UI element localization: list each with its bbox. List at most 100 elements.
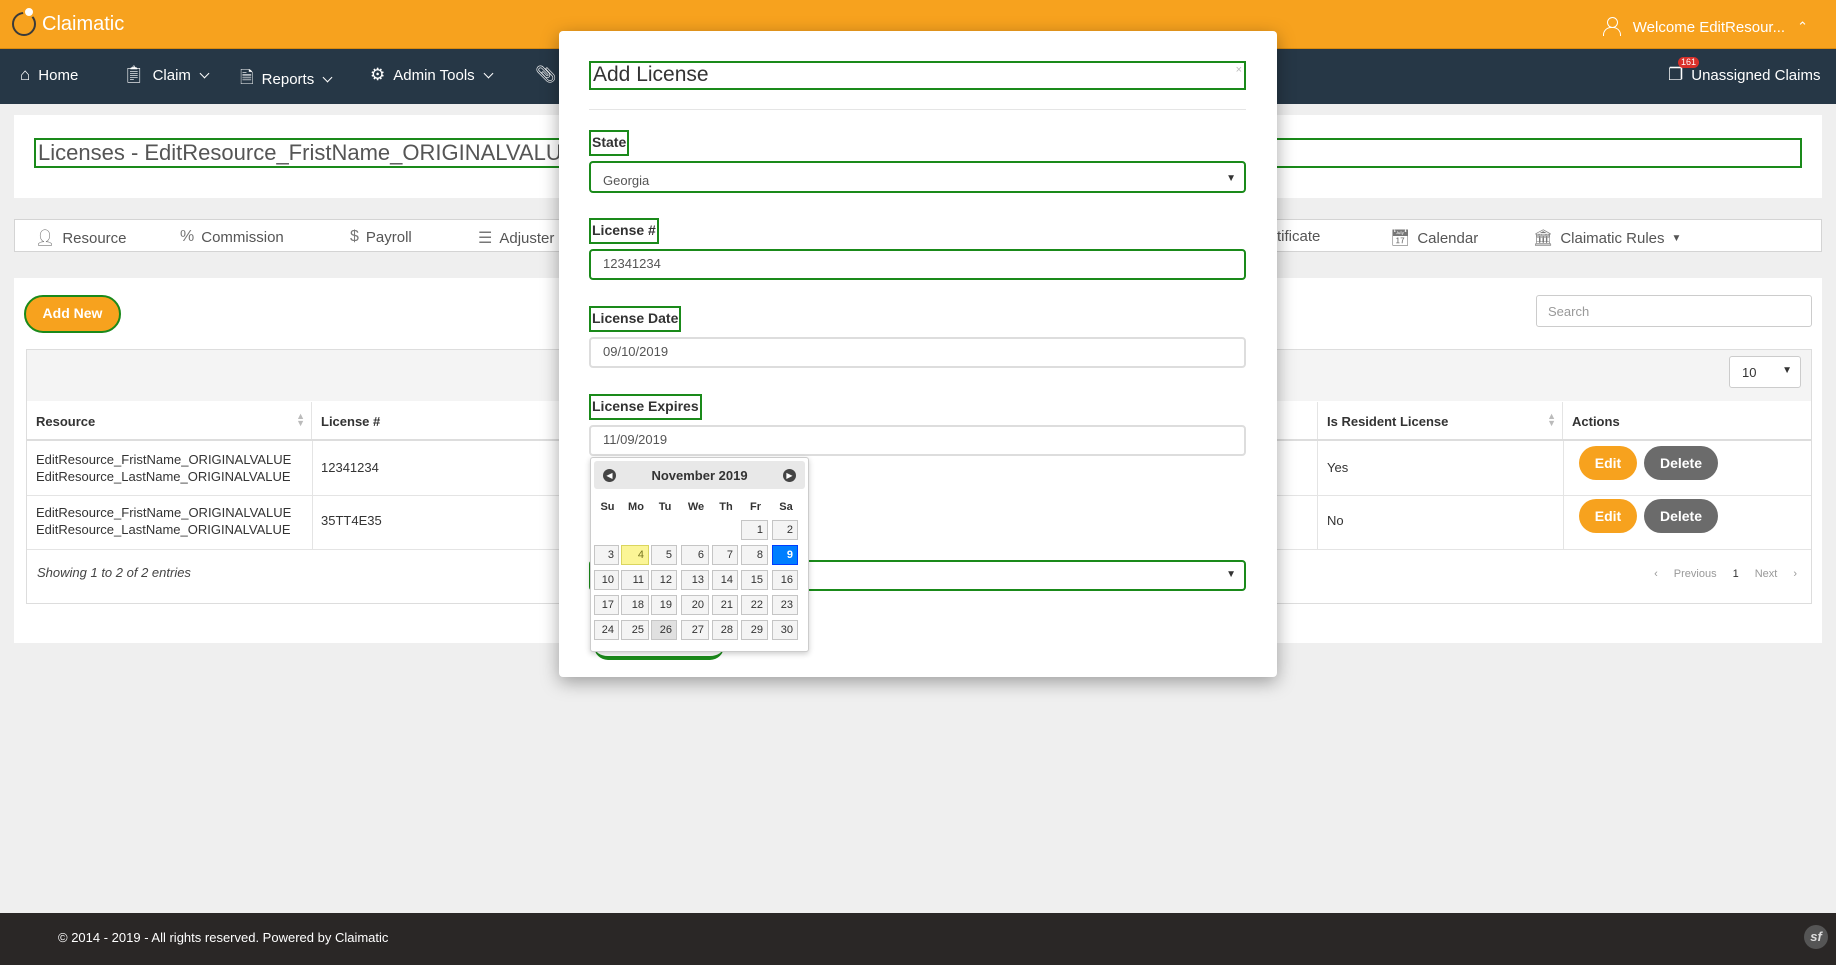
day-2[interactable]: 2 — [772, 520, 798, 540]
day-7[interactable]: 7 — [712, 545, 738, 565]
day-24[interactable]: 24 — [594, 620, 619, 640]
page-size-select[interactable]: 10 ▼ — [1729, 356, 1801, 388]
day-14[interactable]: 14 — [712, 570, 738, 590]
day-6[interactable]: 6 — [681, 545, 709, 565]
sort-icon: ▲ ▼ — [296, 411, 305, 428]
day-5[interactable]: 5 — [651, 545, 677, 565]
day-12[interactable]: 12 — [651, 570, 677, 590]
tab-adjuster[interactable]: ☰ Adjuster — [478, 228, 554, 248]
nav-reports-label: Reports — [261, 71, 315, 88]
day-10[interactable]: 10 — [594, 570, 619, 590]
home-icon: ⌂ — [20, 65, 31, 84]
weekday-label: Mo — [628, 501, 644, 513]
day-16[interactable]: 16 — [772, 570, 798, 590]
page-1-button[interactable]: 1 — [1733, 568, 1739, 580]
resource-first-name: EditResource_FristName_ORIGINALVALUE — [36, 452, 292, 467]
resource-last-name: EditResource_LastName_ORIGINALVALUE — [36, 522, 291, 537]
chevron-left-icon[interactable]: ‹ — [1654, 568, 1658, 580]
tab-claimatic-rules[interactable]: 🏛︎ Claimatic Rules ▼ — [1533, 228, 1681, 248]
license-expires-input[interactable]: 11/09/2019 — [589, 425, 1246, 456]
day-4[interactable]: 4 — [621, 545, 649, 565]
column-license[interactable]: License # — [312, 402, 592, 439]
nav-home-label: Home — [38, 66, 79, 84]
day-3[interactable]: 3 — [594, 545, 619, 565]
claimatic-logo[interactable]: Claimatic — [12, 6, 124, 36]
next-button[interactable]: Next — [1755, 568, 1778, 580]
day-17[interactable]: 17 — [594, 595, 619, 615]
copyright-text: © 2014 - 2019 - All rights reserved. Pow… — [58, 930, 389, 945]
day-11[interactable]: 11 — [621, 570, 649, 590]
previous-button[interactable]: Previous — [1674, 568, 1717, 580]
day-9[interactable]: 9 — [772, 545, 798, 565]
day-28[interactable]: 28 — [712, 620, 738, 640]
symfony-icon[interactable]: sf — [1804, 925, 1828, 949]
copy-icon: ❐ 161 — [1668, 57, 1700, 85]
column-license-label: License # — [321, 414, 381, 429]
day-23[interactable]: 23 — [772, 595, 798, 615]
weekday-label: Tu — [658, 501, 672, 513]
footer: © 2014 - 2019 - All rights reserved. Pow… — [0, 913, 1836, 965]
nav-claim[interactable]: 📋︎ Claim — [123, 65, 210, 85]
day-21[interactable]: 21 — [712, 595, 738, 615]
day-15[interactable]: 15 — [741, 570, 768, 590]
delete-button[interactable]: Delete — [1644, 446, 1718, 480]
day-13[interactable]: 13 — [681, 570, 709, 590]
edit-button[interactable]: Edit — [1579, 446, 1637, 480]
license-expires-label: License Expires — [589, 394, 702, 420]
dollar-icon: $ — [350, 228, 359, 245]
next-month-icon[interactable]: ▶ — [783, 469, 796, 482]
tab-calendar-label: Calendar — [1417, 229, 1479, 247]
license-number-label: License # — [589, 218, 659, 244]
column-resource[interactable]: Resource ▲ ▼ — [27, 402, 312, 439]
unassigned-count-badge: 161 — [1678, 57, 1700, 68]
edit-button[interactable]: Edit — [1579, 499, 1637, 533]
day-1[interactable]: 1 — [741, 520, 768, 540]
tab-certificate[interactable]: rtificate — [1272, 228, 1320, 245]
license-date-input[interactable]: 09/10/2019 — [589, 337, 1246, 368]
add-new-button[interactable]: Add New — [24, 295, 121, 333]
day-18[interactable]: 18 — [621, 595, 649, 615]
day-30[interactable]: 30 — [772, 620, 798, 640]
day-22[interactable]: 22 — [741, 595, 768, 615]
nav-unassigned-claims[interactable]: ❐ 161 Unassigned Claims — [1668, 57, 1820, 85]
license-number-input[interactable]: 12341234 — [589, 249, 1246, 280]
caret-down-icon: ▼ — [1226, 569, 1236, 580]
nav-reports[interactable]: 🗎 Reports — [240, 65, 333, 94]
chevron-right-icon[interactable]: › — [1793, 568, 1797, 580]
resource-first-name: EditResource_FristName_ORIGINALVALUE — [36, 505, 292, 520]
day-29[interactable]: 29 — [741, 620, 768, 640]
column-is-resident[interactable]: Is Resident License ▲ ▼ — [1318, 402, 1563, 439]
delete-button[interactable]: Delete — [1644, 499, 1718, 533]
nav-attachments[interactable]: 📎︎ — [535, 65, 557, 85]
tab-payroll[interactable]: $ Payroll — [350, 228, 412, 246]
datepicker-month: November 2019 — [651, 468, 748, 483]
day-27[interactable]: 27 — [681, 620, 709, 640]
tab-resource[interactable]: 👤︎ Resource — [35, 228, 127, 248]
state-select[interactable]: Georgia ▼ — [589, 161, 1246, 193]
day-20[interactable]: 20 — [681, 595, 709, 615]
user-menu[interactable]: Welcome EditResour... ⌃ — [1602, 17, 1808, 37]
nav-admin-tools[interactable]: ⚙ Admin Tools — [370, 65, 494, 85]
search-input[interactable]: Search — [1536, 295, 1812, 327]
welcome-text: Welcome EditResour... — [1632, 18, 1786, 36]
column-actions: Actions — [1563, 402, 1813, 439]
state-label: State — [589, 130, 630, 156]
day-19[interactable]: 19 — [651, 595, 677, 615]
bank-icon: 🏛︎ — [1533, 230, 1554, 247]
tab-payroll-label: Payroll — [365, 228, 412, 246]
day-26[interactable]: 26 — [651, 620, 677, 640]
state-value: Georgia — [603, 173, 650, 188]
page-size-value: 10 — [1742, 365, 1757, 380]
day-25[interactable]: 25 — [621, 620, 649, 640]
chevron-up-icon: ⌃ — [1797, 19, 1808, 34]
column-resource-label: Resource — [36, 414, 96, 429]
close-icon[interactable]: × — [1236, 64, 1242, 76]
tab-calendar[interactable]: 📅︎ Calendar — [1390, 228, 1478, 248]
globe-icon — [12, 6, 36, 36]
chevron-down-icon — [199, 68, 210, 78]
tab-commission[interactable]: % Commission — [180, 228, 284, 246]
weekday-label: Sa — [779, 501, 793, 513]
table-row-license: 12341234 — [321, 460, 379, 475]
day-8[interactable]: 8 — [741, 545, 768, 565]
nav-home[interactable]: ⌂ Home — [20, 65, 78, 85]
